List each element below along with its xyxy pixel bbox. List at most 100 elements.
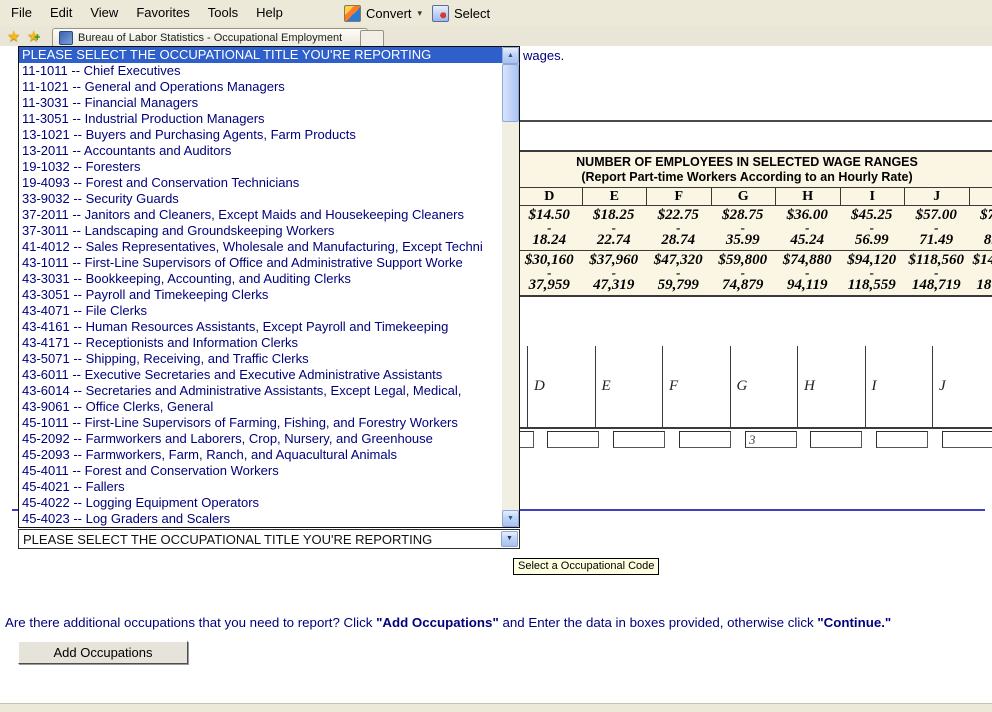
dropdown-header-option[interactable]: PLEASE SELECT THE OCCUPATIONAL TITLE YOU… [19, 47, 502, 63]
hourly-wage-range: $22.75 - 28.74 [646, 206, 711, 250]
menu-item[interactable]: Edit [41, 0, 81, 25]
occupation-option[interactable]: 45-2092 -- Farmworkers and Laborers, Cro… [19, 431, 502, 447]
occupation-option[interactable]: 43-9061 -- Office Clerks, General [19, 399, 502, 415]
menu-item[interactable]: Favorites [127, 0, 198, 25]
new-tab-button[interactable] [360, 30, 384, 47]
wage-column-letter: J [904, 188, 969, 205]
tab-title: Bureau of Labor Statistics - Occupationa… [78, 32, 342, 44]
hourly-to: 28.74 [646, 233, 711, 248]
employee-entry-table: D E F G H I J [527, 346, 992, 427]
occupation-option[interactable]: 41-4012 -- Sales Representatives, Wholes… [19, 239, 502, 255]
scroll-up-button[interactable]: ▲ [502, 47, 519, 64]
occupation-option[interactable]: 11-3031 -- Financial Managers [19, 95, 502, 111]
occupation-option[interactable]: 11-1021 -- General and Operations Manage… [19, 79, 502, 95]
employee-count-input[interactable] [547, 431, 599, 448]
status-bar [0, 703, 992, 712]
entry-column: F [662, 346, 730, 427]
occupation-option[interactable]: 43-4071 -- File Clerks [19, 303, 502, 319]
employee-count-input[interactable] [876, 431, 928, 448]
browser-window: FileEditViewFavoritesToolsHelp Convert ▾… [0, 0, 992, 712]
scrollbar-thumb[interactable] [502, 64, 519, 122]
annual-to: 94,119 [775, 278, 840, 293]
entry-column: I [865, 346, 933, 427]
occupation-option[interactable]: 11-1011 -- Chief Executives [19, 63, 502, 79]
annual-to: 118,559 [840, 278, 905, 293]
occupation-option[interactable]: 43-3051 -- Payroll and Timekeeping Clerk… [19, 287, 502, 303]
occupation-option[interactable]: 43-4171 -- Receptionists and Information… [19, 335, 502, 351]
employee-count-input[interactable] [613, 431, 665, 448]
menu-item[interactable]: View [81, 0, 127, 25]
occupation-option[interactable]: 33-9032 -- Security Guards [19, 191, 502, 207]
annual-wage-range: $59,800 - 74,879 [711, 251, 776, 295]
add-occupations-button[interactable]: Add Occupations [18, 641, 188, 664]
hourly-wage-range: $57.00 - 71.49 [904, 206, 969, 250]
hourly-wage-row: $14.50 - 18.24 $18.25 - 22.74 $22.75 - 2… [517, 206, 992, 250]
occupation-option[interactable]: 43-3031 -- Bookkeeping, Accounting, and … [19, 271, 502, 287]
select-dropdown-button[interactable]: ▼ [501, 531, 518, 547]
occupation-option[interactable]: 13-1021 -- Buyers and Purchasing Agents,… [19, 127, 502, 143]
occupation-option[interactable]: 37-2011 -- Janitors and Cleaners, Except… [19, 207, 502, 223]
divider-line [518, 120, 992, 122]
employee-count-input[interactable] [942, 431, 992, 448]
occupation-option[interactable]: 43-6011 -- Executive Secretaries and Exe… [19, 367, 502, 383]
annual-wage-range: $118,560 - 148,719 [904, 251, 969, 295]
wage-column-letter: I [840, 188, 905, 205]
occupation-option[interactable]: 45-2093 -- Farmworkers, Farm, Ranch, and… [19, 447, 502, 463]
entry-column: G [730, 346, 798, 427]
question-text-2: and Enter the data in boxes provided, ot… [499, 615, 818, 630]
occupation-option[interactable]: 45-4011 -- Forest and Conservation Worke… [19, 463, 502, 479]
occupation-option[interactable]: 43-4161 -- Human Resources Assistants, E… [19, 319, 502, 335]
occupation-option[interactable]: 43-1011 -- First-Line Supervisors of Off… [19, 255, 502, 271]
occupation-option[interactable]: 37-3011 -- Landscaping and Groundskeepin… [19, 223, 502, 239]
annual-wage-range: $74,880 - 94,119 [775, 251, 840, 295]
occupation-option[interactable]: 45-1011 -- First-Line Supervisors of Far… [19, 415, 502, 431]
entry-column-letter: F [669, 378, 678, 395]
menu-item[interactable]: Tools [199, 0, 247, 25]
tooltip: Select a Occupational Code [513, 558, 659, 575]
occupation-option[interactable]: 45-4021 -- Fallers [19, 479, 502, 495]
annual-wage-range: $148,720 - 187,199 [969, 251, 992, 295]
add-favorite-icon[interactable]: ★+ [27, 27, 40, 45]
annual-wage-range: $30,160 - 37,959 [517, 251, 582, 295]
occupation-option[interactable]: 11-3051 -- Industrial Production Manager… [19, 111, 502, 127]
occupation-option[interactable]: 13-2011 -- Accountants and Auditors [19, 143, 502, 159]
hourly-wage-range: $18.25 - 22.74 [582, 206, 647, 250]
occupation-option[interactable]: 43-6014 -- Secretaries and Administrativ… [19, 383, 502, 399]
wage-column-letter: F [646, 188, 711, 205]
menu-item[interactable]: Help [247, 0, 292, 25]
occupation-option[interactable]: 19-1032 -- Foresters [19, 159, 502, 175]
question-text-1: Are there additional occupations that yo… [5, 615, 376, 630]
employee-count-input[interactable] [745, 431, 797, 448]
annual-wage-range: $47,320 - 59,799 [646, 251, 711, 295]
favorites-star-icon[interactable]: ★ [7, 27, 20, 45]
entry-column-letter: H [804, 378, 815, 395]
question-bold-add: "Add Occupations" [376, 615, 499, 630]
occupation-option[interactable]: 45-4022 -- Logging Equipment Operators [19, 495, 502, 511]
hourly-to: 56.99 [840, 233, 905, 248]
menu-item[interactable]: File [2, 0, 41, 25]
entry-table-bottom-border [518, 427, 992, 429]
occupation-option[interactable]: 45-4023 -- Log Graders and Scalers [19, 511, 502, 527]
list-scrollbar[interactable]: ▲ ▼ [502, 47, 519, 527]
occupation-select[interactable]: PLEASE SELECT THE OCCUPATIONAL TITLE YOU… [18, 529, 520, 549]
annual-wage-row: $30,160 - 37,959 $37,960 - 47,319 $47,32… [517, 250, 992, 295]
annual-to: 47,319 [582, 278, 647, 293]
hourly-wage-range: $71.50 - 89.99 [969, 206, 992, 250]
entry-column: D [527, 346, 595, 427]
convert-icon [344, 5, 361, 22]
wage-column-letter: D [517, 188, 582, 205]
convert-label: Convert [366, 6, 412, 21]
hourly-to: 45.24 [775, 233, 840, 248]
employee-count-input[interactable] [810, 431, 862, 448]
employee-count-input[interactable] [679, 431, 731, 448]
occupation-option[interactable]: 19-4093 -- Forest and Conservation Techn… [19, 175, 502, 191]
convert-toolbar-button[interactable]: Convert ▾ [344, 0, 422, 26]
occupation-select-value: PLEASE SELECT THE OCCUPATIONAL TITLE YOU… [23, 531, 432, 548]
hourly-to: 18.24 [517, 233, 582, 248]
chevron-down-icon[interactable]: ▾ [418, 8, 423, 19]
tab-bls[interactable]: Bureau of Labor Statistics - Occupationa… [52, 28, 368, 46]
annual-from: $148,720 [969, 253, 992, 268]
select-toolbar-button[interactable]: Select [432, 0, 490, 26]
occupation-option[interactable]: 43-5071 -- Shipping, Receiving, and Traf… [19, 351, 502, 367]
scroll-down-button[interactable]: ▼ [502, 510, 519, 527]
